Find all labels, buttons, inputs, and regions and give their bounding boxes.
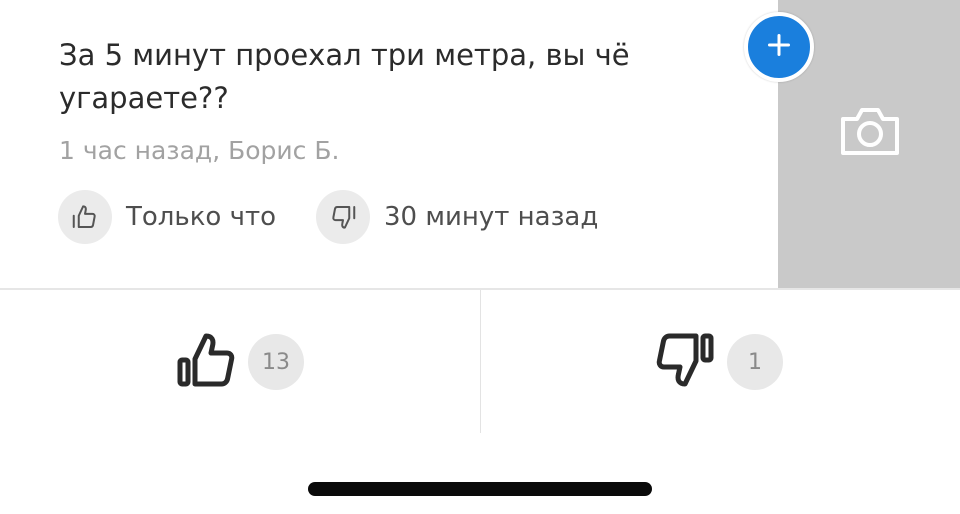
thumb-down-icon (655, 330, 715, 394)
thumb-up-icon (176, 330, 236, 394)
camera-icon[interactable] (838, 103, 902, 163)
plus-icon (766, 32, 792, 62)
vertical-divider (480, 290, 481, 433)
like-vote-button[interactable]: 13 (176, 332, 304, 392)
thumb-up-icon (58, 190, 112, 244)
comment-meta: 1 час назад, Борис Б. (59, 136, 340, 165)
like-reaction-time: Только что (126, 202, 277, 232)
comment-text: За 5 минут проехал три метра, вы чё угар… (59, 38, 630, 115)
like-count-badge: 13 (248, 334, 304, 390)
dislike-count-badge: 1 (727, 334, 783, 390)
dislike-vote-button[interactable]: 1 (655, 332, 783, 392)
dislike-reaction-time: 30 минут назад (384, 202, 599, 232)
comment-card: За 5 минут проехал три метра, вы чё угар… (0, 0, 778, 288)
thumb-down-icon (316, 190, 370, 244)
dislike-reaction[interactable]: 30 минут назад (316, 190, 598, 244)
add-photo-button[interactable] (744, 12, 814, 82)
like-reaction[interactable]: Только что (58, 190, 276, 244)
home-indicator[interactable] (308, 482, 652, 496)
